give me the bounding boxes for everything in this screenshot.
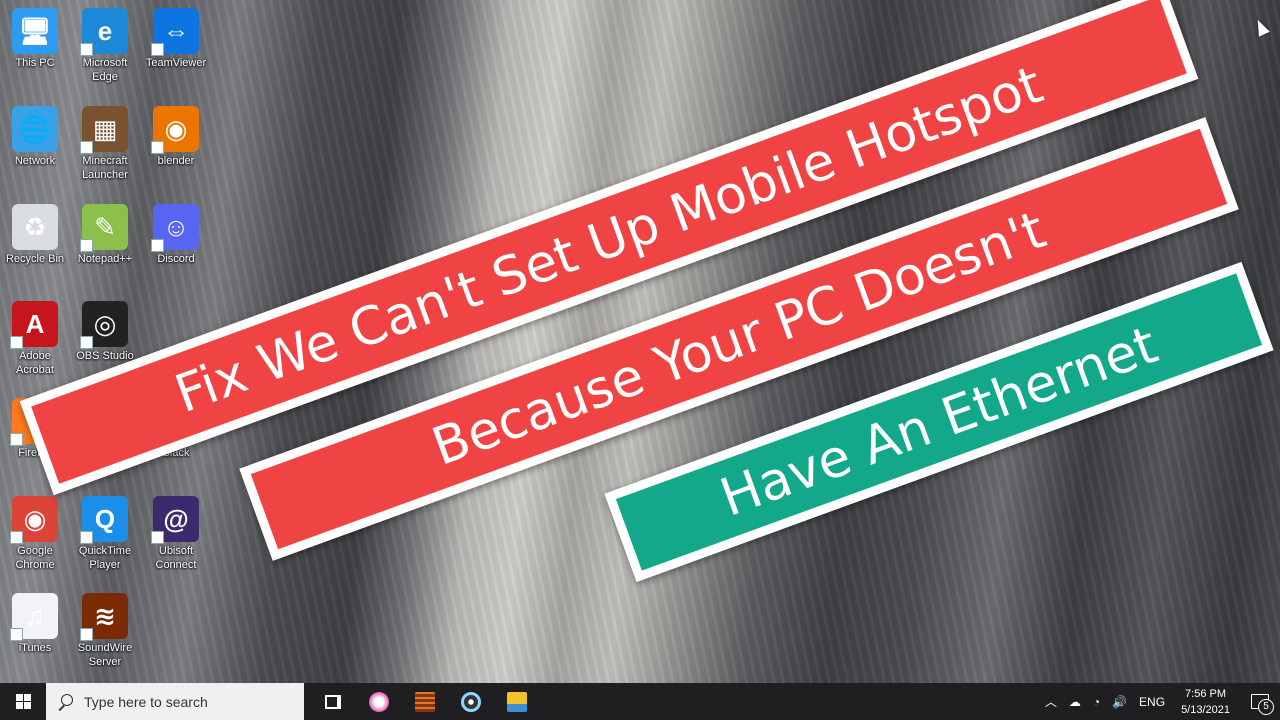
desktop-icon-ubisoft[interactable]: @ Ubisoft Connect: [141, 490, 211, 572]
desktop-icon-chrome[interactable]: ◉ Google Chrome: [0, 490, 70, 572]
show-hidden-icons-button[interactable]: ︿: [1039, 683, 1063, 720]
taskbar: Type here to search ︿ ☁ ◔ 🔊 ENG 7:56 PM …: [0, 683, 1280, 720]
desktop-icon-label: Google Chrome: [15, 545, 55, 571]
desktop-icon-label: This PC: [15, 57, 55, 69]
shortcut-arrow-icon: [80, 628, 93, 641]
shortcut-arrow-icon: [10, 531, 23, 544]
desktop-icon-label: Adobe Acrobat: [16, 350, 54, 376]
clock[interactable]: 7:56 PM 5/13/2021: [1171, 686, 1240, 718]
system-tray: ︿ ☁ ◔ 🔊 ENG 7:56 PM 5/13/2021 5: [1039, 683, 1280, 720]
clock-time: 7:56 PM: [1185, 687, 1227, 700]
desktop-icon-discord[interactable]: ☺ Discord: [141, 198, 211, 266]
taskbar-app-itunes[interactable]: [356, 683, 402, 720]
shortcut-arrow-icon: [151, 43, 164, 56]
cloud-icon: ☁: [1068, 694, 1081, 709]
volume-button[interactable]: 🔊: [1106, 683, 1133, 720]
desktop-icon-itunes[interactable]: ♫ iTunes: [0, 587, 70, 655]
itunes-icon: [369, 691, 389, 712]
acrobat-icon: A: [10, 301, 58, 349]
task-view-button[interactable]: [310, 683, 356, 720]
desktop-icon-label: Ubisoft Connect: [155, 545, 197, 571]
language-indicator[interactable]: ENG: [1133, 683, 1171, 720]
soundwire-icon: ≋: [80, 593, 128, 641]
desktop-icon-label: Network: [14, 155, 56, 167]
desktop-icon-label: SoundWire Server: [77, 642, 133, 668]
taskbar-app-file-explorer[interactable]: [494, 683, 540, 720]
taskbar-app-ubisoft-connect[interactable]: [448, 683, 494, 720]
action-center-button[interactable]: 5: [1240, 683, 1280, 720]
ubisoft-icon: [461, 691, 481, 712]
minecraft-icon: ▦: [80, 106, 128, 154]
shortcut-arrow-icon: [151, 239, 164, 252]
windows-logo-icon: [15, 694, 31, 709]
teamviewer-icon: ⇔: [151, 8, 199, 56]
notepadpp-icon: ✎: [80, 204, 128, 252]
start-button[interactable]: [0, 683, 46, 720]
desktop-icon-label: Recycle Bin: [5, 253, 65, 265]
taskbar-search-box[interactable]: Type here to search: [46, 683, 304, 720]
desktop-icon-acrobat[interactable]: A Adobe Acrobat: [0, 295, 70, 377]
desktop-icon-blender[interactable]: ◉ blender: [141, 100, 211, 168]
soundwire-icon: [415, 691, 435, 712]
wifi-icon: ◔: [1092, 694, 1101, 709]
desktop-icon-label: iTunes: [18, 642, 52, 654]
notification-count-badge: 5: [1258, 699, 1274, 715]
shortcut-arrow-icon: [80, 336, 93, 349]
shortcut-arrow-icon: [80, 239, 93, 252]
this-pc-icon: 🖥: [12, 8, 58, 54]
shortcut-arrow-icon: [80, 141, 93, 154]
desktop-icon-this-pc[interactable]: 🖥 This PC: [0, 2, 70, 70]
network-button[interactable]: ◔: [1087, 683, 1106, 720]
recycle-bin-icon: ♻: [12, 204, 58, 250]
desktop-icon-edge[interactable]: e Microsoft Edge: [70, 2, 140, 84]
obs-icon: ◎: [80, 301, 128, 349]
blender-icon: ◉: [151, 106, 199, 154]
desktop-icon-soundwire[interactable]: ≋ SoundWire Server: [70, 587, 140, 669]
shortcut-arrow-icon: [10, 628, 23, 641]
task-view-icon: [325, 694, 341, 709]
speaker-icon: 🔊: [1112, 694, 1128, 709]
desktop-icon-label: Microsoft Edge: [82, 57, 128, 83]
network-icon: 🌐: [12, 106, 58, 152]
clock-date: 5/13/2021: [1181, 703, 1230, 716]
desktop-icon-label: Minecraft Launcher: [82, 155, 128, 181]
taskbar-app-soundwire[interactable]: [402, 683, 448, 720]
itunes-icon: ♫: [10, 593, 58, 641]
search-icon: [56, 693, 74, 711]
shortcut-arrow-icon: [80, 531, 93, 544]
desktop-icon-teamviewer[interactable]: ⇔ TeamViewer: [141, 2, 211, 70]
chrome-icon: ◉: [10, 496, 58, 544]
ubisoft-icon: @: [151, 496, 199, 544]
shortcut-arrow-icon: [10, 336, 23, 349]
onedrive-button[interactable]: ☁: [1063, 683, 1087, 720]
search-placeholder: Type here to search: [84, 693, 208, 710]
shortcut-arrow-icon: [151, 141, 164, 154]
shortcut-arrow-icon: [10, 433, 23, 446]
quicktime-icon: Q: [80, 496, 128, 544]
desktop-icon-label: QuickTime Player: [78, 545, 132, 571]
desktop-icon-notepadpp[interactable]: ✎ Notepad++: [70, 198, 140, 266]
desktop-icon-label: blender: [157, 155, 195, 167]
desktop-icon-minecraft[interactable]: ▦ Minecraft Launcher: [70, 100, 140, 182]
desktop-icon-label: TeamViewer: [145, 57, 207, 69]
edge-icon: e: [80, 8, 128, 56]
shortcut-arrow-icon: [151, 531, 164, 544]
desktop-icon-network[interactable]: 🌐 Network: [0, 100, 70, 168]
desktop-icon-label: Discord: [157, 253, 195, 265]
language-label: ENG: [1139, 694, 1166, 709]
desktop-icon-obs[interactable]: ◎ OBS Studio: [70, 295, 140, 363]
desktop-icon-label: Notepad++: [77, 253, 133, 265]
shortcut-arrow-icon: [80, 43, 93, 56]
chevron-up-icon: ︿: [1044, 695, 1057, 709]
desktop-icon-quicktime[interactable]: Q QuickTime Player: [70, 490, 140, 572]
file-explorer-icon: [507, 691, 527, 712]
discord-icon: ☺: [151, 204, 199, 252]
desktop-icon-recycle-bin[interactable]: ♻ Recycle Bin: [0, 198, 70, 266]
